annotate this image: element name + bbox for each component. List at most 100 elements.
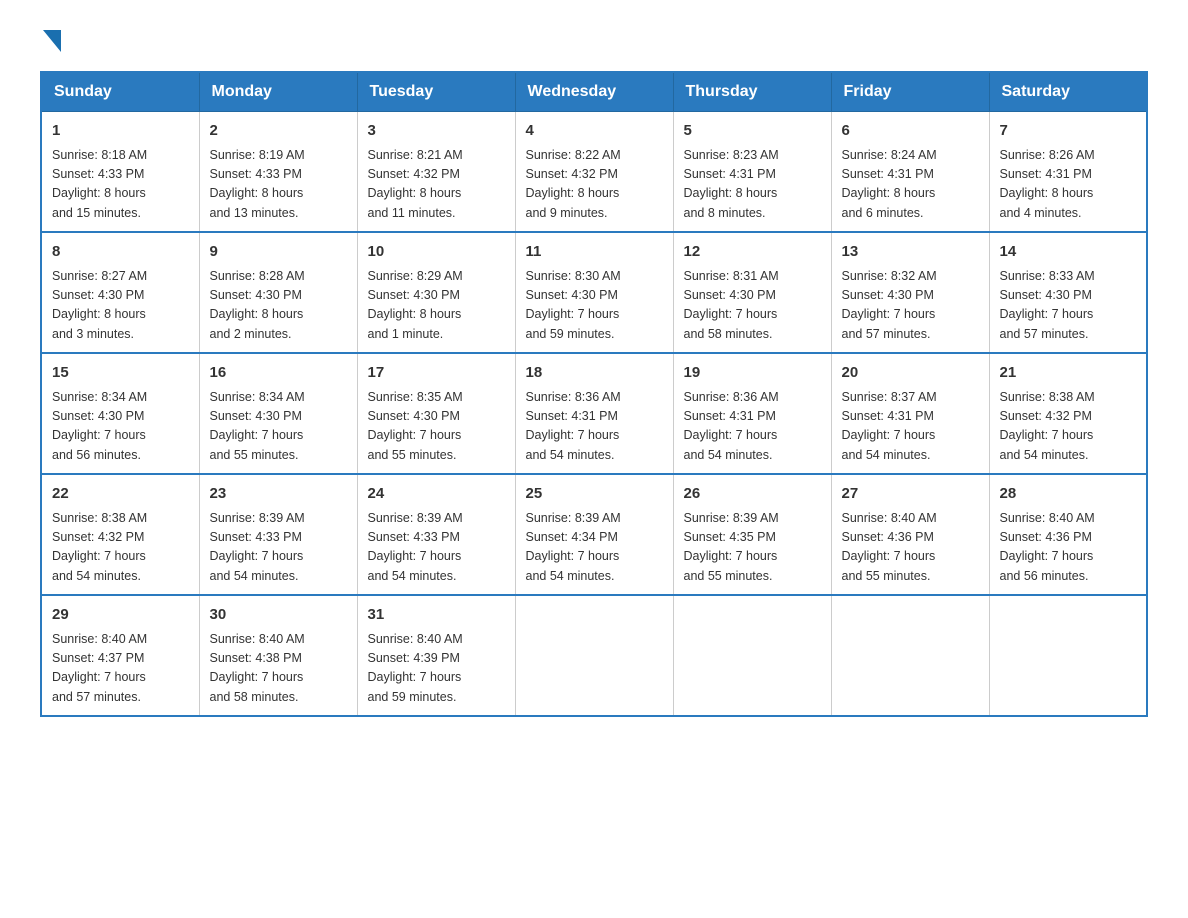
- day-number: 22: [52, 483, 189, 506]
- calendar-cell: 2 Sunrise: 8:19 AMSunset: 4:33 PMDaylight…: [199, 112, 357, 233]
- day-info: Sunrise: 8:31 AMSunset: 4:30 PMDaylight:…: [684, 267, 821, 345]
- day-info: Sunrise: 8:39 AMSunset: 4:33 PMDaylight:…: [368, 509, 505, 587]
- calendar-cell: 31 Sunrise: 8:40 AMSunset: 4:39 PMDayligh…: [357, 595, 515, 716]
- calendar-cell: 8 Sunrise: 8:27 AMSunset: 4:30 PMDaylight…: [41, 232, 199, 353]
- calendar-cell: 20 Sunrise: 8:37 AMSunset: 4:31 PMDayligh…: [831, 353, 989, 474]
- day-number: 31: [368, 604, 505, 627]
- day-number: 5: [684, 120, 821, 143]
- day-number: 2: [210, 120, 347, 143]
- day-number: 8: [52, 241, 189, 264]
- calendar-cell: 15Sunrise: 8:34 AMSunset: 4:30 PMDayligh…: [41, 353, 199, 474]
- day-number: 28: [1000, 483, 1137, 506]
- day-info: Sunrise: 8:40 AMSunset: 4:39 PMDaylight:…: [368, 630, 505, 708]
- calendar-cell: 12 Sunrise: 8:31 AMSunset: 4:30 PMDayligh…: [673, 232, 831, 353]
- day-number: 29: [52, 604, 189, 627]
- day-number: 1: [52, 120, 189, 143]
- calendar-cell: 18 Sunrise: 8:36 AMSunset: 4:31 PMDayligh…: [515, 353, 673, 474]
- day-info: Sunrise: 8:39 AMSunset: 4:35 PMDaylight:…: [684, 509, 821, 587]
- column-header-monday: Monday: [199, 72, 357, 112]
- day-info: Sunrise: 8:40 AMSunset: 4:38 PMDaylight:…: [210, 630, 347, 708]
- day-info: Sunrise: 8:36 AMSunset: 4:31 PMDaylight:…: [684, 388, 821, 466]
- day-info: Sunrise: 8:39 AMSunset: 4:33 PMDaylight:…: [210, 509, 347, 587]
- calendar-cell: 14Sunrise: 8:33 AMSunset: 4:30 PMDayligh…: [989, 232, 1147, 353]
- day-info: Sunrise: 8:34 AMSunset: 4:30 PMDaylight:…: [210, 388, 347, 466]
- day-number: 17: [368, 362, 505, 385]
- calendar-cell: 6Sunrise: 8:24 AMSunset: 4:31 PMDaylight…: [831, 112, 989, 233]
- day-number: 19: [684, 362, 821, 385]
- calendar-cell: 9Sunrise: 8:28 AMSunset: 4:30 PMDaylight…: [199, 232, 357, 353]
- calendar-cell: 10Sunrise: 8:29 AMSunset: 4:30 PMDayligh…: [357, 232, 515, 353]
- day-number: 7: [1000, 120, 1137, 143]
- day-number: 11: [526, 241, 663, 264]
- day-info: Sunrise: 8:22 AMSunset: 4:32 PMDaylight:…: [526, 146, 663, 224]
- calendar-cell: 19 Sunrise: 8:36 AMSunset: 4:31 PMDayligh…: [673, 353, 831, 474]
- day-number: 13: [842, 241, 979, 264]
- column-header-wednesday: Wednesday: [515, 72, 673, 112]
- column-header-thursday: Thursday: [673, 72, 831, 112]
- day-number: 12: [684, 241, 821, 264]
- day-info: Sunrise: 8:40 AMSunset: 4:37 PMDaylight:…: [52, 630, 189, 708]
- calendar-cell: 16 Sunrise: 8:34 AMSunset: 4:30 PMDayligh…: [199, 353, 357, 474]
- calendar-week-row: 8 Sunrise: 8:27 AMSunset: 4:30 PMDaylight…: [41, 232, 1147, 353]
- calendar-cell: 4 Sunrise: 8:22 AMSunset: 4:32 PMDaylight…: [515, 112, 673, 233]
- calendar-cell: [515, 595, 673, 716]
- calendar-cell: 1Sunrise: 8:18 AMSunset: 4:33 PMDaylight…: [41, 112, 199, 233]
- calendar-cell: 30 Sunrise: 8:40 AMSunset: 4:38 PMDayligh…: [199, 595, 357, 716]
- day-info: Sunrise: 8:32 AMSunset: 4:30 PMDaylight:…: [842, 267, 979, 345]
- calendar-cell: 21 Sunrise: 8:38 AMSunset: 4:32 PMDayligh…: [989, 353, 1147, 474]
- column-header-friday: Friday: [831, 72, 989, 112]
- calendar-cell: 11 Sunrise: 8:30 AMSunset: 4:30 PMDayligh…: [515, 232, 673, 353]
- calendar-cell: 22 Sunrise: 8:38 AMSunset: 4:32 PMDayligh…: [41, 474, 199, 595]
- calendar-cell: 3Sunrise: 8:21 AMSunset: 4:32 PMDaylight…: [357, 112, 515, 233]
- day-info: Sunrise: 8:23 AMSunset: 4:31 PMDaylight:…: [684, 146, 821, 224]
- calendar-cell: 27 Sunrise: 8:40 AMSunset: 4:36 PMDayligh…: [831, 474, 989, 595]
- day-number: 30: [210, 604, 347, 627]
- day-info: Sunrise: 8:37 AMSunset: 4:31 PMDaylight:…: [842, 388, 979, 466]
- calendar-cell: [831, 595, 989, 716]
- calendar-cell: 5 Sunrise: 8:23 AMSunset: 4:31 PMDaylight…: [673, 112, 831, 233]
- day-number: 21: [1000, 362, 1137, 385]
- day-number: 10: [368, 241, 505, 264]
- calendar-cell: 24Sunrise: 8:39 AMSunset: 4:33 PMDayligh…: [357, 474, 515, 595]
- day-number: 16: [210, 362, 347, 385]
- calendar-table: SundayMondayTuesdayWednesdayThursdayFrid…: [40, 71, 1148, 717]
- calendar-cell: 13 Sunrise: 8:32 AMSunset: 4:30 PMDayligh…: [831, 232, 989, 353]
- day-info: Sunrise: 8:30 AMSunset: 4:30 PMDaylight:…: [526, 267, 663, 345]
- day-info: Sunrise: 8:19 AMSunset: 4:33 PMDaylight:…: [210, 146, 347, 224]
- day-number: 14: [1000, 241, 1137, 264]
- day-info: Sunrise: 8:24 AMSunset: 4:31 PMDaylight:…: [842, 146, 979, 224]
- logo: [40, 30, 61, 51]
- column-header-sunday: Sunday: [41, 72, 199, 112]
- day-number: 26: [684, 483, 821, 506]
- calendar-cell: [989, 595, 1147, 716]
- day-number: 9: [210, 241, 347, 264]
- calendar-cell: [673, 595, 831, 716]
- calendar-week-row: 1Sunrise: 8:18 AMSunset: 4:33 PMDaylight…: [41, 112, 1147, 233]
- day-number: 25: [526, 483, 663, 506]
- day-number: 18: [526, 362, 663, 385]
- calendar-cell: 28Sunrise: 8:40 AMSunset: 4:36 PMDayligh…: [989, 474, 1147, 595]
- day-info: Sunrise: 8:38 AMSunset: 4:32 PMDaylight:…: [1000, 388, 1137, 466]
- day-number: 4: [526, 120, 663, 143]
- column-header-saturday: Saturday: [989, 72, 1147, 112]
- day-info: Sunrise: 8:39 AMSunset: 4:34 PMDaylight:…: [526, 509, 663, 587]
- column-header-tuesday: Tuesday: [357, 72, 515, 112]
- day-number: 27: [842, 483, 979, 506]
- day-info: Sunrise: 8:35 AMSunset: 4:30 PMDaylight:…: [368, 388, 505, 466]
- calendar-week-row: 15 Sunrise: 8:34 AMSunset: 4:30 PMDayligh…: [41, 353, 1147, 474]
- day-info: Sunrise: 8:36 AMSunset: 4:31 PMDaylight:…: [526, 388, 663, 466]
- calendar-cell: 25 Sunrise: 8:39 AMSunset: 4:34 PMDayligh…: [515, 474, 673, 595]
- calendar-cell: 7 Sunrise: 8:26 AMSunset: 4:31 PMDaylight…: [989, 112, 1147, 233]
- day-info: Sunrise: 8:21 AMSunset: 4:32 PMDaylight:…: [368, 146, 505, 224]
- day-number: 20: [842, 362, 979, 385]
- day-number: 15: [52, 362, 189, 385]
- calendar-cell: 26 Sunrise: 8:39 AMSunset: 4:35 PMDayligh…: [673, 474, 831, 595]
- calendar-week-row: 29 Sunrise: 8:40 AMSunset: 4:37 PMDayligh…: [41, 595, 1147, 716]
- day-info: Sunrise: 8:27 AMSunset: 4:30 PMDaylight:…: [52, 267, 189, 345]
- calendar-cell: 23Sunrise: 8:39 AMSunset: 4:33 PMDayligh…: [199, 474, 357, 595]
- day-info: Sunrise: 8:40 AMSunset: 4:36 PMDaylight:…: [842, 509, 979, 587]
- day-info: Sunrise: 8:26 AMSunset: 4:31 PMDaylight:…: [1000, 146, 1137, 224]
- logo-chevron-icon: [43, 30, 61, 57]
- calendar-cell: 29 Sunrise: 8:40 AMSunset: 4:37 PMDayligh…: [41, 595, 199, 716]
- day-info: Sunrise: 8:38 AMSunset: 4:32 PMDaylight:…: [52, 509, 189, 587]
